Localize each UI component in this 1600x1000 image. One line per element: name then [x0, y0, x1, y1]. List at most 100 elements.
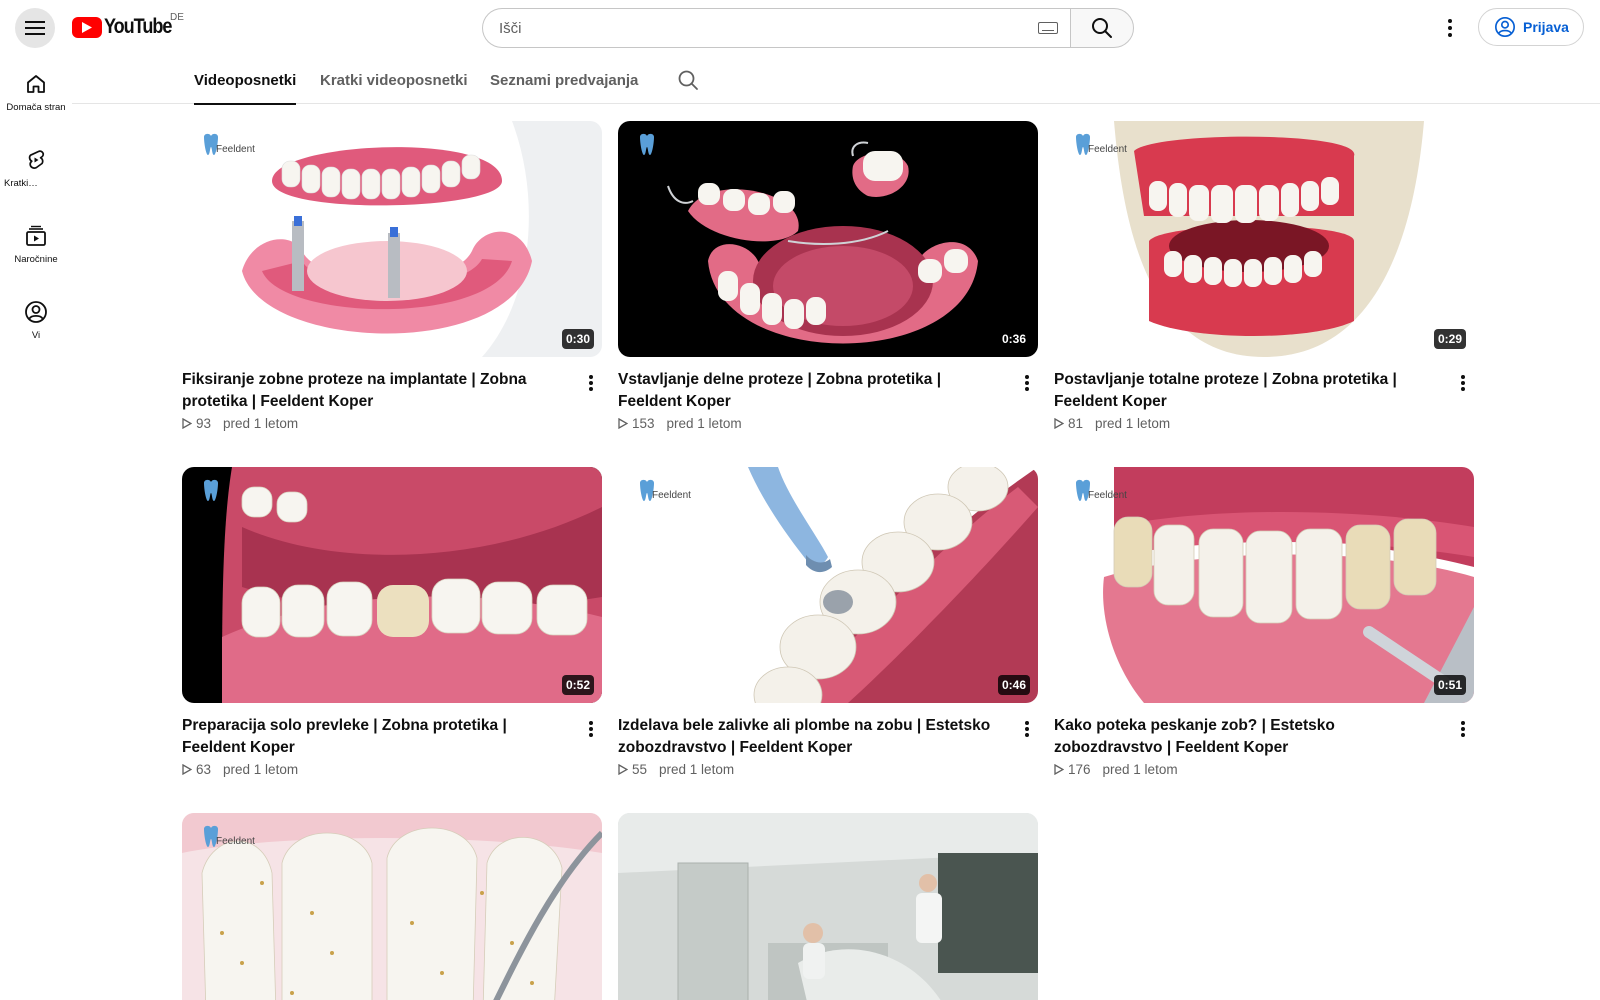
guide-item-shorts[interactable]: Kratki… [0, 132, 72, 208]
guide-item-home[interactable]: Domača stran [0, 56, 72, 132]
shorts-icon [28, 150, 45, 169]
play-outline-icon [618, 764, 628, 775]
duration-badge: 0:46 [997, 675, 1030, 695]
video-menu-button[interactable] [1451, 717, 1475, 741]
view-count: 93 [196, 416, 212, 431]
more-vert-icon [1461, 721, 1465, 737]
video-menu-button[interactable] [579, 371, 603, 395]
more-vert-icon [589, 721, 593, 737]
country-code: DE [170, 12, 184, 23]
upload-age: pred 1 letom [223, 416, 299, 431]
tooth-logo-icon [640, 133, 654, 155]
guide-item-you[interactable]: Vi [0, 284, 72, 360]
video-meta: 176 pred 1 letom [1054, 762, 1178, 777]
channel-watermark: Feeldent [1074, 479, 1127, 503]
play-outline-icon [1054, 418, 1064, 429]
video-title[interactable]: Kako poteka peskanje zob? | Estetsko zob… [1054, 715, 1439, 759]
search-button[interactable] [1070, 8, 1134, 48]
view-count: 63 [196, 762, 212, 777]
video-menu-button[interactable] [579, 717, 603, 741]
more-vert-icon [1025, 721, 1029, 737]
upload-age: pred 1 letom [659, 762, 735, 777]
tab-shorts[interactable]: Kratki videoposnetki [320, 56, 468, 104]
guide-item-label: Naročnine [14, 254, 58, 265]
upload-age: pred 1 letom [1102, 762, 1178, 777]
duration-badge: 0:52 [561, 675, 594, 695]
logo-wordmark: YouTube [104, 15, 172, 38]
view-count: 81 [1068, 416, 1084, 431]
more-vert-icon [1448, 19, 1452, 37]
search-box [482, 8, 1070, 48]
video-thumbnail[interactable]: Feeldent 0:30 [182, 121, 602, 357]
masthead: YouTube DE Prijava [0, 0, 1600, 56]
video-thumbnail[interactable]: Feeldent [182, 813, 602, 1000]
youtube-logo[interactable]: YouTube DE [72, 12, 184, 39]
view-count: 153 [632, 416, 655, 431]
channel-watermark [638, 133, 656, 157]
duration-badge: 0:29 [1433, 329, 1466, 349]
subscriptions-icon [26, 225, 46, 246]
tab-playlists[interactable]: Seznami predvajanja [490, 56, 638, 104]
account-circle-icon [1495, 17, 1515, 37]
guide-item-label: Kratki… [4, 178, 38, 189]
video-meta: 63 pred 1 letom [182, 762, 298, 777]
video-title[interactable]: Fiksiranje zobne proteze na implantate |… [182, 369, 567, 413]
video-meta: 81 pred 1 letom [1054, 416, 1170, 431]
video-thumbnail[interactable]: Feeldent 0:46 [618, 467, 1038, 703]
search-input[interactable] [499, 19, 1038, 37]
video-title[interactable]: Vstavljanje delne proteze | Zobna protet… [618, 369, 1003, 413]
tab-videos[interactable]: Videoposnetki [194, 56, 297, 105]
mini-guide: Domača stran Kratki… Naročnine Vi [0, 56, 72, 360]
guide-item-label: Domača stran [6, 102, 66, 113]
duration-badge: 0:36 [997, 329, 1030, 349]
video-meta: 55 pred 1 letom [618, 762, 734, 777]
keyboard-icon[interactable] [1038, 22, 1058, 34]
video-thumbnail[interactable]: Feeldent 0:51 [1054, 467, 1474, 703]
play-outline-icon [1054, 764, 1064, 775]
play-outline-icon [182, 418, 192, 429]
video-title[interactable]: Postavljanje totalne proteze | Zobna pro… [1054, 369, 1439, 413]
tooth-logo-icon [204, 479, 218, 501]
video-menu-button[interactable] [1015, 371, 1039, 395]
video-thumbnail[interactable]: 0:52 [182, 467, 602, 703]
video-thumbnail[interactable] [618, 813, 1038, 1000]
video-menu-button[interactable] [1451, 371, 1475, 395]
video-thumbnail[interactable]: 0:36 [618, 121, 1038, 357]
video-thumbnail[interactable]: Feeldent 0:29 [1054, 121, 1474, 357]
settings-more-button[interactable] [1430, 8, 1470, 48]
more-vert-icon [589, 375, 593, 391]
search-icon [1092, 18, 1112, 38]
guide-menu-button[interactable] [15, 8, 55, 48]
channel-watermark [202, 479, 220, 503]
video-meta: 93 pred 1 letom [182, 416, 298, 431]
hamburger-icon [25, 21, 45, 35]
upload-age: pred 1 letom [666, 416, 742, 431]
thumbnail-image [618, 121, 1038, 357]
play-outline-icon [618, 418, 628, 429]
view-count: 176 [1068, 762, 1091, 777]
video-title[interactable]: Izdelava bele zalivke ali plombe na zobu… [618, 715, 1003, 759]
duration-badge: 0:51 [1433, 675, 1466, 695]
upload-age: pred 1 letom [1095, 416, 1171, 431]
upload-age: pred 1 letom [223, 762, 299, 777]
tab-search-icon[interactable] [676, 68, 700, 92]
video-meta: 153 pred 1 letom [618, 416, 742, 431]
more-vert-icon [1461, 375, 1465, 391]
signin-button[interactable]: Prijava [1478, 8, 1584, 46]
video-menu-button[interactable] [1015, 717, 1039, 741]
channel-watermark: Feeldent [202, 825, 255, 849]
play-outline-icon [182, 764, 192, 775]
video-title[interactable]: Preparacija solo prevleke | Zobna protet… [182, 715, 567, 759]
watermark-text: Feeldent [1088, 144, 1127, 155]
signin-label: Prijava [1523, 19, 1569, 35]
channel-watermark: Feeldent [202, 133, 255, 157]
channel-watermark: Feeldent [638, 479, 691, 503]
more-vert-icon [1025, 375, 1029, 391]
youtube-play-icon [72, 16, 102, 38]
watermark-text: Feeldent [216, 836, 255, 847]
you-icon [25, 301, 47, 323]
watermark-text: Feeldent [652, 490, 691, 501]
guide-item-subscriptions[interactable]: Naročnine [0, 208, 72, 284]
guide-item-label: Vi [31, 330, 41, 341]
search-bar [482, 8, 1134, 48]
